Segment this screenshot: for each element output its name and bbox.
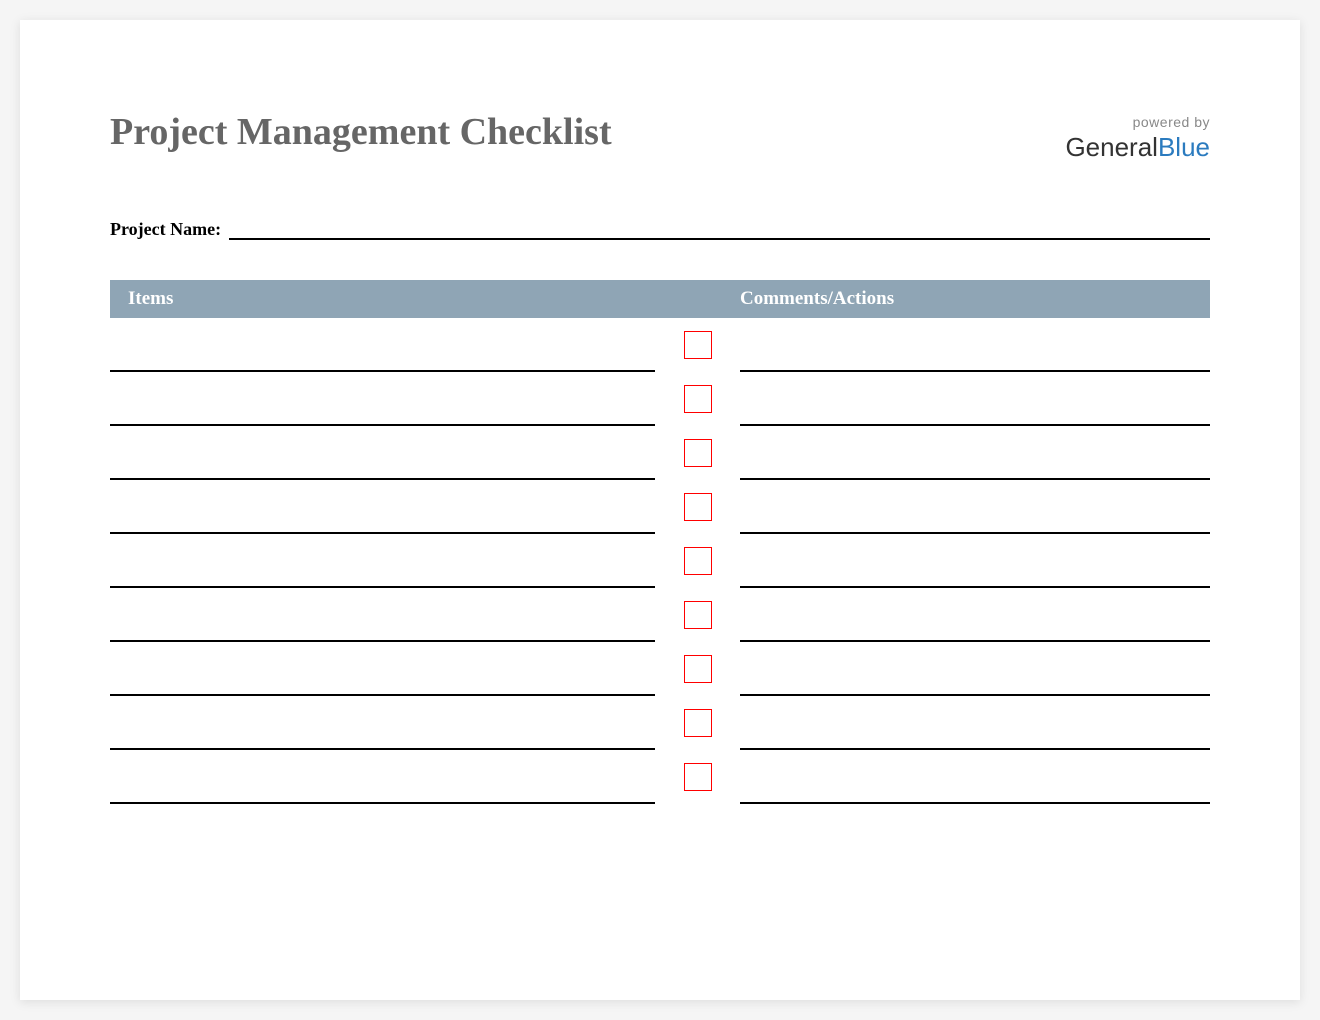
checkbox-cell <box>655 480 740 534</box>
table-row <box>110 372 1210 426</box>
checkbox-cell <box>655 750 740 804</box>
table-row <box>110 318 1210 372</box>
checkbox[interactable] <box>684 385 712 413</box>
checkbox[interactable] <box>684 439 712 467</box>
item-input[interactable] <box>110 336 655 372</box>
comment-input[interactable] <box>740 444 1210 480</box>
header-row: Project Management Checklist powered by … <box>110 110 1210 163</box>
comment-input[interactable] <box>740 498 1210 534</box>
comment-input[interactable] <box>740 606 1210 642</box>
comment-input[interactable] <box>740 660 1210 696</box>
comment-input[interactable] <box>740 552 1210 588</box>
comment-input[interactable] <box>740 336 1210 372</box>
table-row <box>110 534 1210 588</box>
item-input[interactable] <box>110 714 655 750</box>
checkbox-cell <box>655 588 740 642</box>
table-row <box>110 642 1210 696</box>
checkbox[interactable] <box>684 493 712 521</box>
checkbox-cell <box>655 642 740 696</box>
logo-general: General <box>1065 132 1158 162</box>
checkbox-cell <box>655 426 740 480</box>
logo-blue: Blue <box>1158 132 1210 162</box>
project-name-label: Project Name: <box>110 219 221 240</box>
item-input[interactable] <box>110 606 655 642</box>
item-input[interactable] <box>110 660 655 696</box>
page-title: Project Management Checklist <box>110 110 612 154</box>
table-row <box>110 480 1210 534</box>
checkbox[interactable] <box>684 655 712 683</box>
checkbox[interactable] <box>684 601 712 629</box>
table-body <box>110 318 1210 804</box>
project-name-row: Project Name: <box>110 218 1210 240</box>
checkbox-cell <box>655 534 740 588</box>
col-header-comments: Comments/Actions <box>740 288 1210 310</box>
logo-block: powered by GeneralBlue <box>1065 110 1210 163</box>
checkbox[interactable] <box>684 547 712 575</box>
logo-text: GeneralBlue <box>1065 132 1210 163</box>
comment-input[interactable] <box>740 390 1210 426</box>
checkbox-cell <box>655 318 740 372</box>
checkbox[interactable] <box>684 763 712 791</box>
item-input[interactable] <box>110 498 655 534</box>
checkbox-cell <box>655 696 740 750</box>
table-header: Items Comments/Actions <box>110 280 1210 318</box>
item-input[interactable] <box>110 768 655 804</box>
table-row <box>110 588 1210 642</box>
col-header-check <box>670 288 740 310</box>
comment-input[interactable] <box>740 714 1210 750</box>
item-input[interactable] <box>110 552 655 588</box>
table-row <box>110 750 1210 804</box>
table-row <box>110 426 1210 480</box>
project-name-input[interactable] <box>229 218 1210 240</box>
comment-input[interactable] <box>740 768 1210 804</box>
checkbox-cell <box>655 372 740 426</box>
checkbox[interactable] <box>684 709 712 737</box>
powered-by-label: powered by <box>1065 114 1210 130</box>
item-input[interactable] <box>110 390 655 426</box>
item-input[interactable] <box>110 444 655 480</box>
document-page: Project Management Checklist powered by … <box>20 20 1300 1000</box>
table-row <box>110 696 1210 750</box>
col-header-items: Items <box>110 288 670 310</box>
checkbox[interactable] <box>684 331 712 359</box>
